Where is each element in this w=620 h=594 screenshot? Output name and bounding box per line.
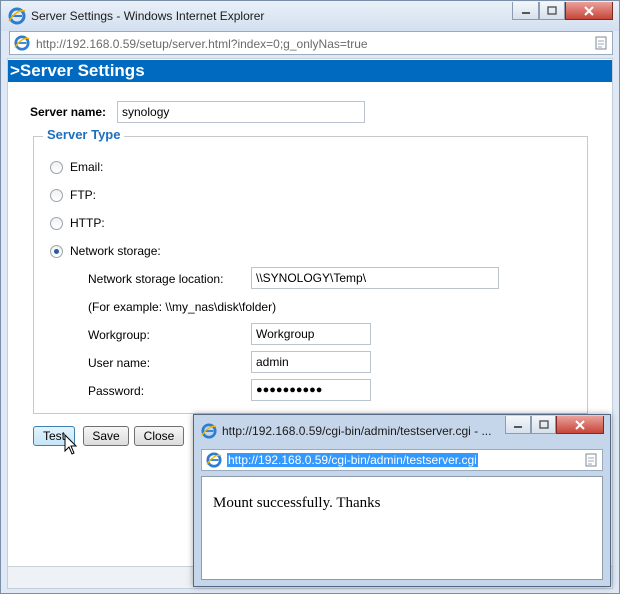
ns-location-label: Network storage location: — [88, 272, 224, 286]
workgroup-input[interactable]: Workgroup — [251, 323, 371, 345]
maximize-icon — [547, 6, 557, 15]
popup-title: http://192.168.0.59/cgi-bin/admin/testse… — [222, 424, 492, 438]
popup-window: http://192.168.0.59/cgi-bin/admin/testse… — [193, 414, 611, 587]
mouse-pointer-icon — [64, 434, 78, 455]
save-button[interactable]: Save — [83, 426, 129, 446]
minimize-button[interactable] — [512, 2, 539, 20]
page-icon — [14, 35, 30, 51]
ftp-radio-label: FTP: — [70, 188, 96, 202]
server-type-legend: Server Type — [43, 127, 125, 142]
maximize-button[interactable] — [539, 2, 565, 20]
address-text: http://192.168.0.59/setup/server.html?in… — [36, 37, 368, 51]
close-icon — [575, 419, 585, 430]
page-document-icon — [595, 36, 607, 50]
popup-minimize-button[interactable] — [505, 416, 531, 434]
minimize-icon — [521, 11, 530, 14]
username-input[interactable]: admin — [251, 351, 371, 373]
popup-maximize-button[interactable] — [531, 416, 556, 434]
ns-location-input[interactable]: \\SYNOLOGY\Temp\ — [251, 267, 499, 289]
ie-logo-icon — [201, 423, 217, 439]
password-label: Password: — [88, 384, 145, 398]
popup-content: Mount successfully. Thanks — [201, 476, 603, 580]
password-input[interactable]: ●●●●●●●●●● — [251, 379, 371, 401]
http-radio[interactable] — [50, 217, 63, 230]
network-storage-radio[interactable] — [50, 245, 63, 258]
popup-message: Mount successfully. Thanks — [213, 495, 381, 511]
server-name-input[interactable]: synology — [117, 101, 365, 123]
minimize-icon — [514, 425, 522, 428]
email-radio-label: Email: — [70, 160, 104, 174]
email-radio[interactable] — [50, 161, 63, 174]
example-hint: (For example: \\my_nas\disk\folder) — [88, 300, 277, 314]
close-window-button[interactable] — [565, 2, 613, 20]
ftp-radio[interactable] — [50, 189, 63, 202]
address-bar[interactable]: http://192.168.0.59/setup/server.html?in… — [9, 31, 613, 55]
window-title: Server Settings - Windows Internet Explo… — [31, 9, 265, 23]
popup-address-text: http://192.168.0.59/cgi-bin/admin/testse… — [227, 453, 478, 467]
ie-logo-icon — [8, 7, 26, 25]
username-label: User name: — [88, 356, 151, 370]
page-icon — [206, 452, 222, 468]
network-storage-radio-label: Network storage: — [70, 244, 161, 258]
maximize-icon — [538, 420, 549, 429]
server-name-label: Server name: — [30, 105, 107, 119]
http-radio-label: HTTP: — [70, 216, 105, 230]
workgroup-label: Workgroup: — [88, 328, 150, 342]
close-icon — [584, 5, 594, 16]
close-button[interactable]: Close — [134, 426, 184, 446]
title-bar[interactable]: Server Settings - Windows Internet Explo… — [1, 1, 619, 31]
popup-close-button[interactable] — [556, 416, 604, 434]
popup-address-bar[interactable]: http://192.168.0.59/cgi-bin/admin/testse… — [201, 449, 603, 471]
page-header: >Server Settings — [8, 60, 612, 82]
page-document-icon — [585, 453, 597, 467]
